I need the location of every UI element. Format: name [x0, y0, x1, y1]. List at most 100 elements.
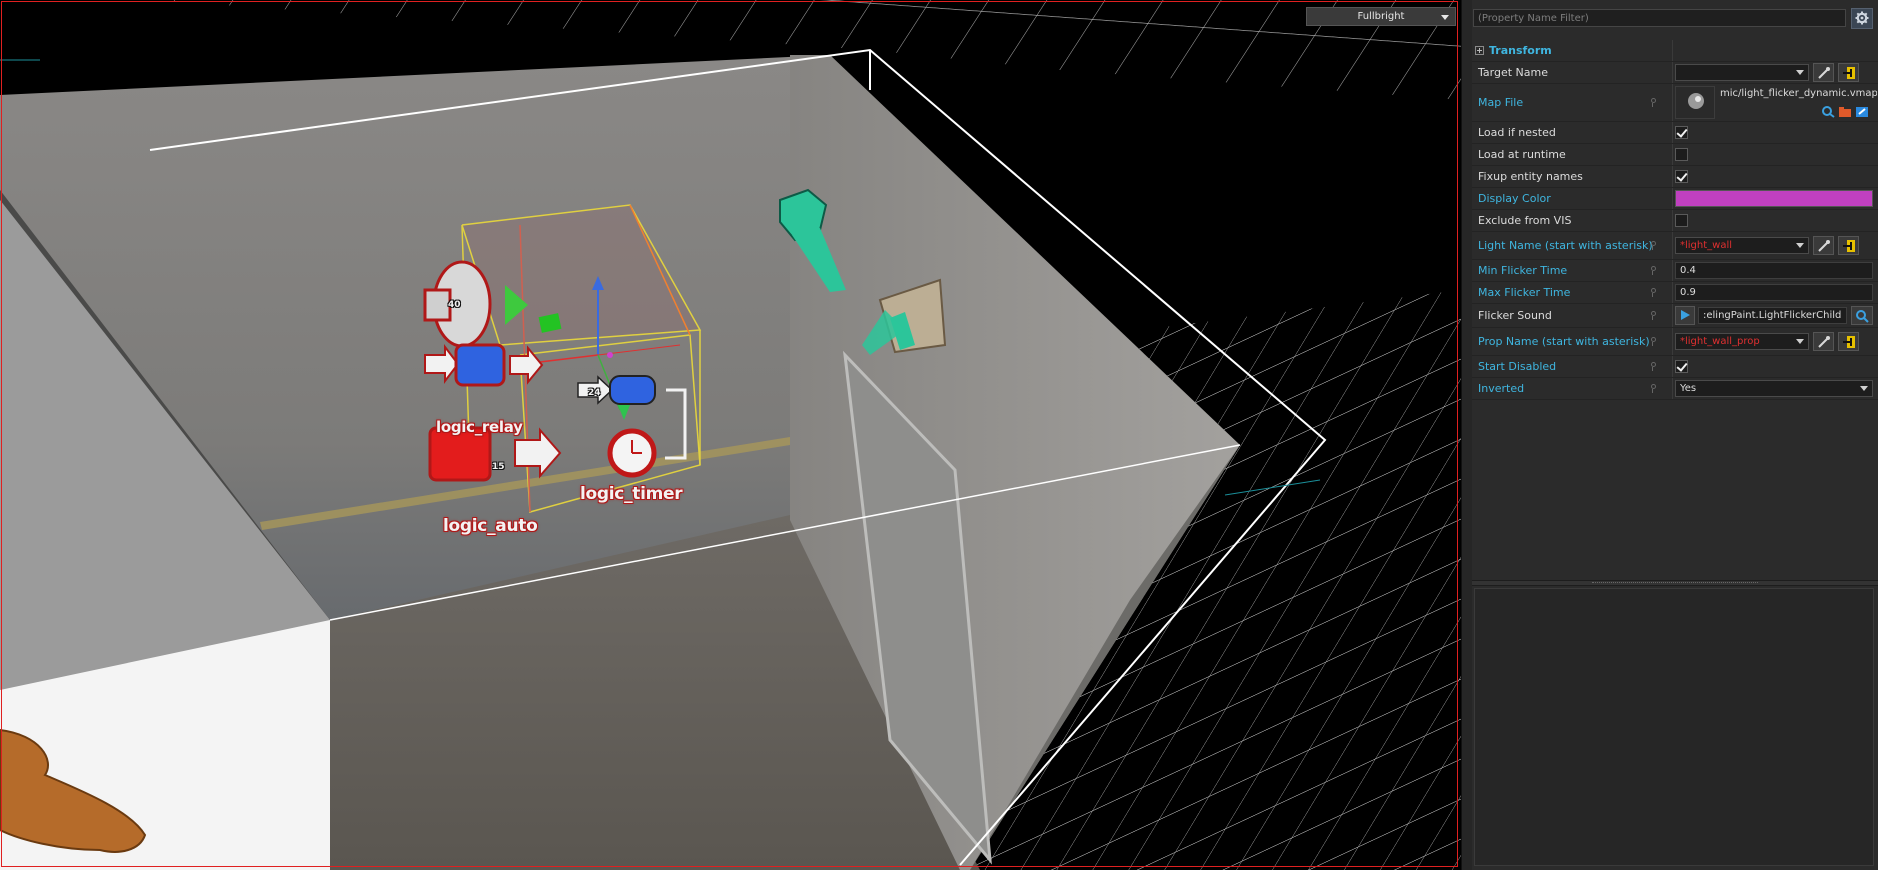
scene-render [0, 0, 1461, 870]
speaker-number-label: 40 [448, 300, 461, 310]
expand-icon[interactable] [1475, 46, 1484, 55]
prop-load-at-runtime: Load at runtime [1472, 144, 1878, 166]
viewport-panel-splitter[interactable] [1461, 0, 1472, 870]
panel-splitter[interactable] [1472, 580, 1878, 586]
prop-label: Display Color [1478, 192, 1551, 205]
logic-auto-label[interactable]: logic_auto [443, 516, 538, 536]
prop-load-if-nested: Load if nested [1472, 122, 1878, 144]
property-list: Transform Target Name Map File mic/light… [1472, 40, 1878, 400]
prop-label: Min Flicker Time [1478, 264, 1568, 277]
section-title: Transform [1489, 44, 1552, 57]
play-sound-button[interactable] [1675, 306, 1695, 325]
chevron-down-icon [1441, 15, 1449, 20]
add-link-icon [1843, 67, 1855, 79]
prop-label: Inverted [1478, 382, 1525, 395]
prop-label: Exclude from VIS [1478, 214, 1572, 227]
prop-name-combo[interactable]: *light_wall_prop [1675, 333, 1809, 350]
prop-light-name: Light Name (start with asterisk) *light_… [1472, 232, 1878, 260]
light-picker-button[interactable] [1813, 236, 1834, 255]
key-icon [1650, 384, 1656, 393]
key-icon [1650, 362, 1656, 371]
prop-add-button[interactable] [1838, 332, 1859, 351]
render-mode-dropdown[interactable]: Fullbright [1306, 7, 1456, 26]
prop-picker-button[interactable] [1813, 332, 1834, 351]
key-icon [1650, 337, 1656, 346]
prop-label: Load at runtime [1478, 148, 1566, 161]
key-icon [1650, 266, 1656, 275]
add-link-icon [1843, 336, 1855, 348]
prop-name-value: *light_wall_prop [1680, 336, 1760, 347]
prop-label: Start Disabled [1478, 360, 1557, 373]
section-transform[interactable]: Transform [1472, 40, 1878, 62]
relay-number-label: 15 [492, 462, 505, 472]
exclude-from-vis-checkbox[interactable] [1675, 214, 1688, 227]
light-name-value: *light_wall [1680, 240, 1733, 251]
prop-target-name: Target Name [1472, 62, 1878, 84]
prop-display-color: Display Color [1472, 188, 1878, 210]
search-icon [1856, 310, 1869, 323]
prop-inverted: Inverted Yes [1472, 378, 1878, 400]
target-name-combo[interactable] [1675, 64, 1809, 81]
open-folder-icon[interactable] [1838, 106, 1852, 118]
property-filter-input[interactable] [1473, 9, 1846, 27]
add-link-icon [1843, 240, 1855, 252]
light-add-button[interactable] [1838, 236, 1859, 255]
gear-icon [1855, 11, 1869, 25]
object-properties-panel: Transform Target Name [1472, 0, 1878, 870]
chevron-down-icon [1796, 70, 1804, 75]
timer-number-label: 24 [588, 388, 601, 398]
add-entity-button[interactable] [1838, 63, 1859, 82]
map-preview-icon [1676, 87, 1714, 118]
chevron-down-icon [1860, 386, 1868, 391]
load-if-nested-checkbox[interactable] [1675, 126, 1688, 139]
prop-min-flicker-time: Min Flicker Time 0.4 [1472, 260, 1878, 282]
open-map-icon[interactable] [1855, 106, 1869, 118]
eyedropper-icon [1818, 336, 1830, 348]
secondary-pane [1474, 588, 1874, 866]
play-icon [1681, 310, 1690, 320]
splitter-grip [1592, 582, 1758, 585]
prop-map-file: Map File mic/light_flicker_dynamic.vmap [1472, 84, 1878, 122]
search-icon[interactable] [1821, 106, 1835, 118]
prop-label: Max Flicker Time [1478, 286, 1571, 299]
logic-relay-label[interactable]: logic_relay [436, 418, 523, 436]
key-icon [1650, 311, 1656, 320]
prop-label: Flicker Sound [1478, 309, 1552, 322]
prop-label: Load if nested [1478, 126, 1556, 139]
start-disabled-checkbox[interactable] [1675, 360, 1688, 373]
min-flicker-input[interactable]: 0.4 [1675, 262, 1873, 279]
render-mode-value: Fullbright [1357, 11, 1405, 22]
eyedropper-icon [1818, 240, 1830, 252]
filter-row [1472, 6, 1878, 30]
prop-fixup-entity-names: Fixup entity names [1472, 166, 1878, 188]
key-icon [1650, 288, 1656, 297]
chevron-down-icon [1796, 243, 1804, 248]
load-at-runtime-checkbox[interactable] [1675, 148, 1688, 161]
prop-label: Fixup entity names [1478, 170, 1583, 183]
inverted-value: Yes [1680, 383, 1697, 394]
prop-start-disabled: Start Disabled [1472, 356, 1878, 378]
target-picker-button[interactable] [1813, 63, 1834, 82]
chevron-down-icon [1796, 339, 1804, 344]
inverted-combo[interactable]: Yes [1675, 380, 1873, 397]
eyedropper-icon [1818, 67, 1830, 79]
fixup-entity-names-checkbox[interactable] [1675, 170, 1688, 183]
max-flicker-input[interactable]: 0.9 [1675, 284, 1873, 301]
key-icon [1650, 98, 1656, 107]
prop-max-flicker-time: Max Flicker Time 0.9 [1472, 282, 1878, 304]
prop-label: Target Name [1478, 66, 1548, 79]
prop-prop-name: Prop Name (start with asterisk) *light_w… [1472, 328, 1878, 356]
logic-timer-label[interactable]: logic_timer [580, 484, 683, 504]
display-color-swatch[interactable] [1675, 190, 1873, 207]
map-file-path[interactable]: mic/light_flicker_dynamic.vmap [1716, 86, 1877, 103]
settings-button[interactable] [1851, 8, 1873, 29]
browse-sound-button[interactable] [1851, 306, 1873, 325]
prop-exclude-from-vis: Exclude from VIS [1472, 210, 1878, 232]
flicker-sound-input[interactable]: :elingPaint.LightFlickerChild [1698, 307, 1847, 324]
key-icon [1650, 241, 1656, 250]
map-thumbnail[interactable] [1675, 86, 1715, 119]
prop-flicker-sound: Flicker Sound :elingPaint.LightFlickerCh… [1472, 304, 1878, 328]
3d-viewport[interactable]: 40 logic_relay 15 24 logic_timer logic_a… [0, 0, 1461, 870]
light-name-combo[interactable]: *light_wall [1675, 237, 1809, 254]
prop-label: Map File [1478, 96, 1524, 109]
